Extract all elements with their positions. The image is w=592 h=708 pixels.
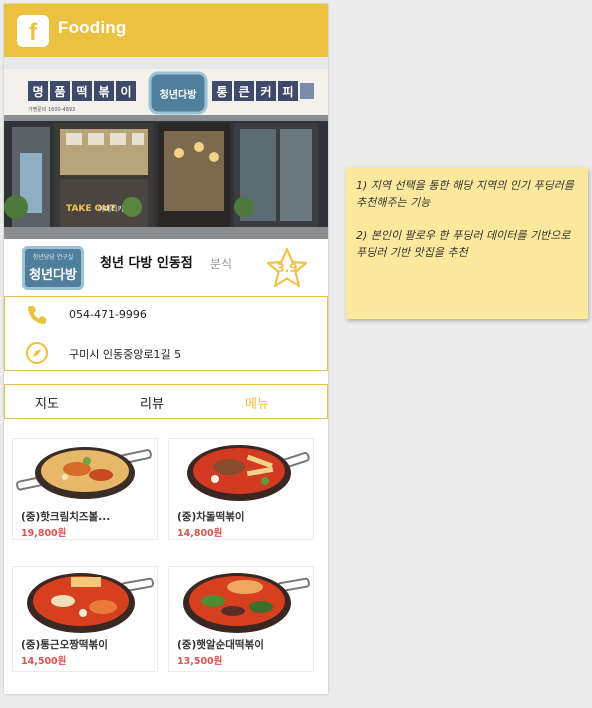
sign-center-text: 청년다방 [160, 88, 198, 101]
restaurant-photo: 명 품 떡 볶 이 가맹문의 1600-4893 청년다방 통 큰 커 피 TA… [4, 57, 328, 239]
app-title: Fooding [58, 18, 127, 37]
sign-char: 큰 [238, 85, 249, 99]
menu-item-name: (중)핫크림치즈볼... [21, 511, 111, 523]
sign-char: 통 [216, 84, 227, 99]
note-line-1: 1) 지역 선택을 통한 해당 지역의 인기 푸딩러를 추천해주는 기능 [356, 179, 574, 209]
menu-item-price: 14,800원 [177, 528, 223, 539]
phone-row[interactable]: 054-471-9996 [5, 297, 327, 333]
phone-number: 054-471-9996 [69, 308, 147, 321]
menu-item[interactable]: (중)차돌떡볶이 14,800원 [168, 438, 314, 540]
phone-screen: f Fooding 명 품 떡 볶 이 가맹문의 1600-4893 청년다방 … [4, 4, 328, 694]
rating-badge[interactable]: 3.9 [264, 246, 310, 290]
menu-item-price: 19,800원 [21, 528, 67, 539]
rating-value: 3.9 [276, 261, 298, 275]
menu-item-price: 14,500원 [21, 656, 67, 667]
sign-char: 이 [120, 84, 131, 99]
restaurant-logo: 청년당당 연구실 청년다방 [22, 246, 84, 290]
note-line-2: 2) 본인이 팔로우 한 푸딩러 데이터를 기반으로 푸딩러 기반 맛집을 추천 [356, 229, 571, 259]
tab-menu[interactable]: 메뉴 [227, 393, 287, 412]
address-row[interactable]: 구미시 인동중앙로1길 5 [5, 335, 327, 371]
restaurant-category: 분식 [210, 257, 233, 271]
contact-box: 054-471-9996 구미시 인동중앙로1길 5 [4, 296, 328, 371]
menu-item-image [13, 567, 157, 633]
sign-char: 볶 [98, 85, 109, 99]
address-text: 구미시 인동중앙로1길 5 [69, 348, 182, 361]
restaurant-logo-text: 청년다방 [29, 268, 77, 283]
sign-char: 커 [260, 84, 271, 99]
menu-item[interactable]: (중)핫크림치즈볼... 19,800원 [12, 438, 158, 540]
detail-tabs: 지도 리뷰 메뉴 [4, 384, 328, 419]
menu-item-name: (중)통근오짱떡볶이 [21, 639, 108, 651]
sign-char: 품 [54, 85, 65, 99]
app-logo-icon[interactable]: f [17, 15, 49, 47]
tab-review[interactable]: 리뷰 [122, 393, 182, 412]
phone-icon [28, 306, 46, 324]
menu-item-name: (중)차돌떡볶이 [177, 511, 245, 523]
menu-item-image [13, 439, 157, 505]
restaurant-info: 청년당당 연구실 청년다방 청년 다방 인동점 분식 3.9 [4, 240, 328, 298]
sign-char: 떡 [76, 84, 87, 99]
menu-item-name: (중)햇알순대떡볶이 [177, 639, 264, 651]
sign-char: 명 [32, 85, 43, 99]
menu-item-price: 13,500원 [177, 656, 223, 667]
restaurant-name: 청년 다방 인동점 [100, 256, 193, 271]
menu-item-image [169, 439, 313, 505]
sign-char: 피 [282, 84, 293, 99]
sign-small-text: 가맹문의 1600-4893 [28, 106, 75, 113]
menu-item[interactable]: (중)통근오짱떡볶이 14,500원 [12, 566, 158, 672]
sticky-note: 1) 지역 선택을 통한 해당 지역의 인기 푸딩러를 추천해주는 기능 2) … [346, 167, 588, 319]
menu-item-image [169, 567, 313, 633]
tab-map[interactable]: 지도 [17, 393, 77, 412]
restaurant-logo-small: 청년당당 연구실 [32, 254, 74, 261]
app-header: f Fooding [4, 4, 328, 57]
menu-item[interactable]: (중)햇알순대떡볶이 13,500원 [168, 566, 314, 672]
compass-icon [26, 342, 48, 364]
